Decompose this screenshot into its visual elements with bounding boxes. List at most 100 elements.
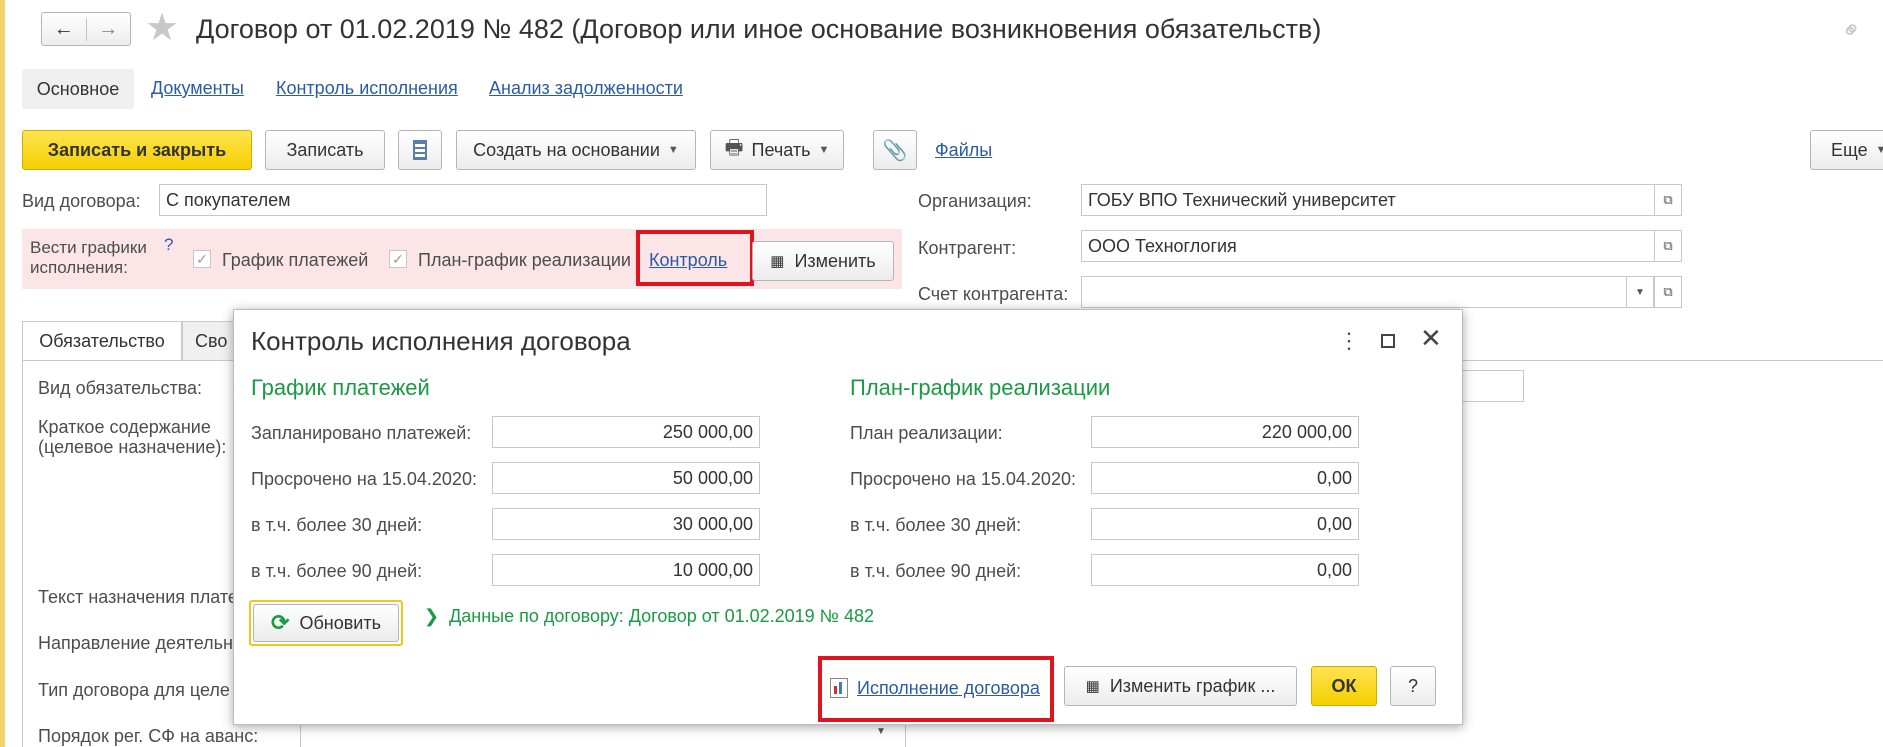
save-close-button[interactable]: Записать и закрыть <box>22 130 252 170</box>
dropdown-caret-icon: ▼ <box>818 144 830 156</box>
files-link[interactable]: Файлы <box>935 140 992 161</box>
save-button[interactable]: Записать <box>265 130 385 170</box>
open-icon[interactable]: ⧉ <box>1654 276 1682 308</box>
document-list-icon <box>413 140 427 160</box>
summary-label: Краткое содержание (целевое назначение): <box>38 417 226 457</box>
obligation-kind-label: Вид обязательства: <box>38 378 203 398</box>
highlight-frame-execution <box>818 656 1054 722</box>
payments-check-label: График платежей <box>222 250 369 270</box>
subtab-obligation-label: Обязательство <box>39 331 165 351</box>
back-arrow-icon[interactable]: ← <box>42 17 87 41</box>
window-title: Договор от 01.02.2019 № 482 (Договор или… <box>196 14 1322 44</box>
calendar-icon: ▦ <box>770 253 785 270</box>
dropdown-caret-icon: ▼ <box>667 144 679 156</box>
paperclip-icon: 📎 <box>882 139 908 162</box>
help-button[interactable]: ? <box>1390 666 1436 706</box>
payments-section-title: График платежей <box>251 375 430 400</box>
create-based-label: Создать на основании <box>473 139 660 160</box>
attach-button[interactable]: 📎 <box>873 130 917 170</box>
plan-over30-label: в т.ч. более 30 дней: <box>850 515 1022 535</box>
create-based-button[interactable]: Создать на основании ▼ <box>456 130 696 170</box>
contract-data-expander[interactable]: ❯ Данные по договору: Договор от 01.02.20… <box>424 606 874 627</box>
printer-icon: 🖶 <box>724 137 744 159</box>
subtab-left-border <box>22 360 23 747</box>
list-icon-button[interactable] <box>398 130 442 170</box>
subtab-properties-label: Сво <box>195 330 228 351</box>
summary-label-line2: (целевое назначение): <box>38 437 227 457</box>
refresh-label: Обновить <box>299 612 381 633</box>
contract-type-label: Вид договора: <box>22 191 141 211</box>
dropdown-caret-icon: ▼ <box>1875 144 1883 156</box>
dialog-title: Контроль исполнения договора <box>251 326 631 356</box>
counterparty-field[interactable]: ООО Техноглогия <box>1081 230 1655 262</box>
plan-over90-value: 0,00 <box>1091 554 1359 586</box>
dropdown-caret-icon[interactable]: ▼ <box>876 726 886 737</box>
refresh-button[interactable]: ⟳ Обновить <box>253 604 399 642</box>
activity-label: Направление деятельн <box>38 633 233 653</box>
account-field[interactable] <box>1081 276 1627 308</box>
payment-text-label: Текст назначения плате <box>38 587 238 607</box>
nav-buttons-group: ← → <box>41 12 131 46</box>
summary-label-line1: Краткое содержание <box>38 417 211 437</box>
highlight-frame-control <box>636 230 754 286</box>
schedules-label-line1: Вести графики <box>30 238 147 257</box>
calendar-icon: ▦ <box>1085 678 1100 695</box>
invoice-order-label: Порядок рег. СФ на аванс: <box>38 726 259 746</box>
forward-arrow-icon[interactable]: → <box>87 18 131 41</box>
org-field[interactable]: ГОБУ ВПО Технический университет <box>1081 184 1655 216</box>
ok-button[interactable]: ОК <box>1311 666 1377 706</box>
account-label: Счет контрагента: <box>918 284 1069 304</box>
open-icon[interactable]: ⧉ <box>1654 230 1682 262</box>
overdue-value: 50 000,00 <box>492 462 760 494</box>
plan-value: 220 000,00 <box>1091 416 1359 448</box>
more-button[interactable]: Еще ▼ <box>1810 130 1883 170</box>
open-icon[interactable]: ⧉ <box>1654 184 1682 216</box>
contract-data-label: Данные по договору: Договор от 01.02.201… <box>449 606 875 626</box>
schedules-label: Вести графики исполнения: <box>30 238 147 278</box>
plan-section-title: План-график реализации <box>850 375 1111 400</box>
tab-main-label: Основное <box>36 78 120 99</box>
print-button[interactable]: 🖶 Печать ▼ <box>710 130 844 170</box>
contract-type-field[interactable]: С покупателем <box>159 184 767 216</box>
star-icon[interactable]: ★ <box>145 8 179 48</box>
more-label: Еще <box>1831 139 1868 160</box>
dropdown-caret-icon[interactable]: ▼ <box>1626 276 1654 308</box>
link-icon[interactable]: ⚭ <box>1835 13 1870 48</box>
contract-type-for-label: Тип договора для целе <box>38 680 230 700</box>
tab-main[interactable]: Основное <box>22 69 134 109</box>
left-accent-bar <box>0 0 5 747</box>
org-label: Организация: <box>918 191 1032 211</box>
overdue-label: Просрочено на 15.04.2020: <box>251 469 477 489</box>
over30-label: в т.ч. более 30 дней: <box>251 515 423 535</box>
close-icon[interactable]: ✕ <box>1420 323 1442 354</box>
control-dialog: Контроль исполнения договора ⋮ ✕ График … <box>233 309 1463 725</box>
tab-control[interactable]: Контроль исполнения <box>276 78 458 99</box>
schedules-label-line2: исполнения: <box>30 258 128 277</box>
counterparty-label: Контрагент: <box>918 238 1017 258</box>
refresh-icon: ⟳ <box>271 610 290 635</box>
plan-overdue-value: 0,00 <box>1091 462 1359 494</box>
help-mark[interactable]: ? <box>164 235 173 255</box>
plan-over90-label: в т.ч. более 90 дней: <box>850 561 1022 581</box>
maximize-icon[interactable] <box>1381 334 1395 348</box>
plan-label: План реализации: <box>850 423 1003 443</box>
change-schedule-button[interactable]: ▦ Изменить график ... <box>1064 666 1297 706</box>
planned-value: 250 000,00 <box>492 416 760 448</box>
tab-debt-analysis[interactable]: Анализ задолженности <box>489 78 683 99</box>
planned-label: Запланировано платежей: <box>251 423 472 443</box>
plan-checkbox[interactable]: ✓ <box>389 250 407 268</box>
change-schedule-label: Изменить график ... <box>1109 675 1276 696</box>
payments-checkbox[interactable]: ✓ <box>193 250 211 268</box>
subtab-obligation[interactable]: Обязательство <box>22 321 182 361</box>
over90-value: 10 000,00 <box>492 554 760 586</box>
more-vertical-icon[interactable]: ⋮ <box>1338 328 1360 354</box>
plan-over30-value: 0,00 <box>1091 508 1359 540</box>
plan-check-label: План-график реализации <box>418 250 631 270</box>
change-button[interactable]: ▦ Изменить <box>752 241 894 281</box>
over30-value: 30 000,00 <box>492 508 760 540</box>
print-label: Печать <box>751 139 811 160</box>
plan-overdue-label: Просрочено на 15.04.2020: <box>850 469 1076 489</box>
chevron-right-icon: ❯ <box>424 606 440 626</box>
tab-documents[interactable]: Документы <box>151 78 244 99</box>
change-button-label: Изменить <box>794 250 876 271</box>
